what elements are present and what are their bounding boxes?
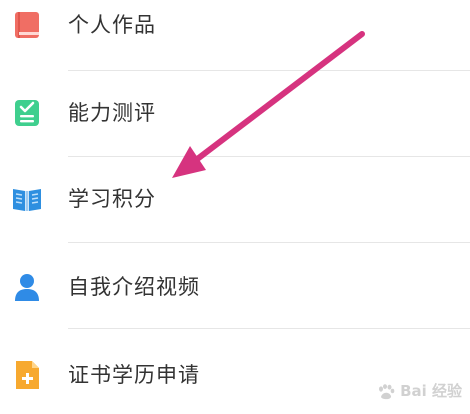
menu-item-label: 个人作品	[68, 13, 156, 37]
watermark-text: Bai 经验	[400, 382, 462, 400]
orange-document-plus-icon	[16, 361, 39, 389]
menu-item-personal-works[interactable]: 个人作品	[0, 0, 470, 70]
red-book-icon	[15, 12, 39, 38]
menu-item-certificate-application[interactable]: 证书学历申请	[0, 328, 470, 414]
menu-item-label: 证书学历申请	[68, 363, 200, 387]
blue-person-icon	[15, 274, 39, 301]
menu-item-label: 自我介绍视频	[68, 275, 200, 299]
menu-list: 个人作品 能力测评 学习积分 自我介绍视频 证书学历申请	[0, 0, 470, 411]
menu-item-label: 能力测评	[68, 101, 156, 125]
baidu-paw-logo-icon	[378, 383, 395, 399]
menu-item-self-intro-video[interactable]: 自我介绍视频	[0, 242, 470, 328]
baidu-watermark: Bai 经验	[377, 380, 462, 401]
green-checklist-icon	[15, 100, 39, 126]
menu-item-study-points[interactable]: 学习积分	[0, 156, 470, 242]
blue-open-book-icon	[13, 189, 41, 211]
menu-item-label: 学习积分	[68, 187, 156, 211]
menu-item-ability-assessment[interactable]: 能力测评	[0, 70, 470, 156]
